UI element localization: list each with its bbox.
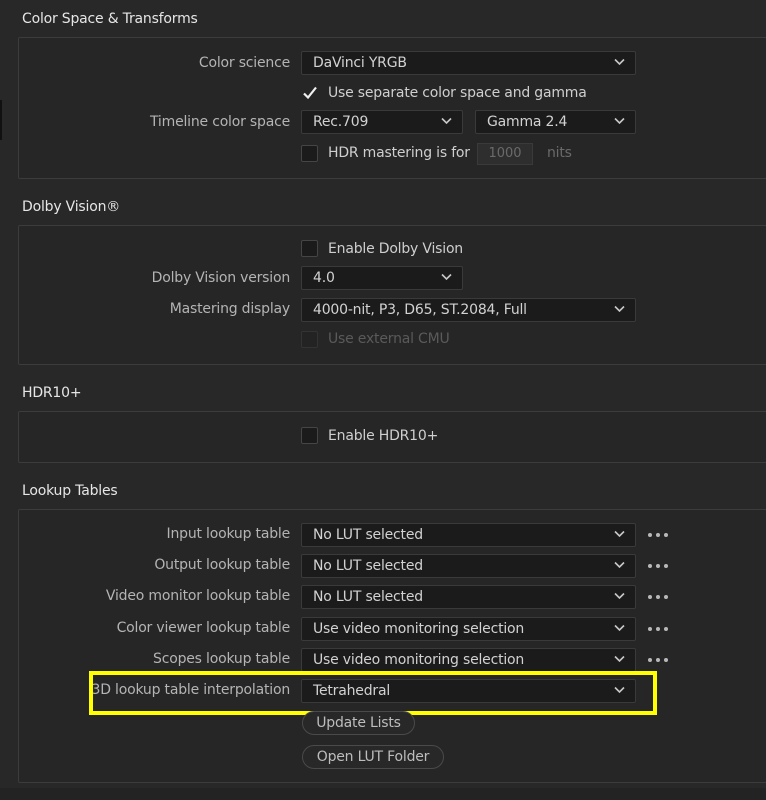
update-lists-button[interactable]: Update Lists — [302, 711, 415, 735]
chevron-down-icon — [614, 58, 625, 66]
timeline-gamma-dropdown[interactable]: Gamma 2.4 — [475, 110, 636, 134]
lookup-tables-panel — [18, 509, 766, 783]
external-cmu-checkbox[interactable] — [301, 331, 318, 348]
dolby-version-dropdown[interactable]: 4.0 — [301, 266, 463, 290]
dolby-version-value: 4.0 — [313, 270, 335, 286]
more-options-icon[interactable] — [648, 625, 672, 633]
section-title-lookup-tables: Lookup Tables — [22, 483, 118, 499]
timeline-space-value: Rec.709 — [313, 114, 369, 130]
scopes-lut-value: Use video monitoring selection — [313, 652, 525, 668]
timeline-gamma-value: Gamma 2.4 — [487, 114, 568, 130]
chevron-down-icon — [614, 655, 625, 663]
hdr-nits-input[interactable]: 1000 — [477, 143, 533, 165]
more-options-icon[interactable] — [648, 656, 672, 664]
chevron-down-icon — [614, 117, 625, 125]
enable-hdr10-label: Enable HDR10+ — [328, 428, 439, 444]
section-title-color-space: Color Space & Transforms — [22, 11, 198, 27]
chevron-down-icon — [614, 305, 625, 313]
hdr-mastering-label: HDR mastering is for — [328, 145, 470, 161]
color-viewer-lut-label: Color viewer lookup table — [116, 620, 291, 636]
more-options-icon[interactable] — [648, 593, 672, 601]
video-monitor-lut-label: Video monitor lookup table — [105, 588, 290, 604]
separate-gamma-checkbox[interactable] — [301, 84, 319, 102]
highlight-box — [89, 671, 657, 715]
color-science-dropdown[interactable]: DaVinci YRGB — [301, 51, 636, 75]
timeline-color-space-dropdown[interactable]: Rec.709 — [301, 110, 463, 134]
color-science-value: DaVinci YRGB — [313, 55, 407, 71]
chevron-down-icon — [614, 624, 625, 632]
bottom-strip — [0, 788, 766, 800]
separate-gamma-label: Use separate color space and gamma — [328, 85, 587, 101]
chevron-down-icon — [441, 117, 452, 125]
dolby-version-label: Dolby Vision version — [151, 270, 291, 286]
output-lut-label: Output lookup table — [154, 557, 290, 573]
chevron-down-icon — [614, 530, 625, 538]
color-science-label: Color science — [198, 55, 290, 71]
output-lut-value: No LUT selected — [313, 558, 423, 574]
chevron-down-icon — [614, 592, 625, 600]
section-title-dolby-vision: Dolby Vision® — [22, 199, 121, 215]
enable-dolby-vision-checkbox[interactable] — [301, 240, 318, 257]
output-lut-dropdown[interactable]: No LUT selected — [301, 554, 636, 578]
chevron-down-icon — [441, 273, 452, 281]
timeline-color-space-label: Timeline color space — [150, 114, 290, 130]
enable-hdr10-checkbox[interactable] — [301, 427, 318, 444]
mastering-display-label: Mastering display — [169, 301, 290, 317]
hdr-nits-unit: nits — [547, 145, 572, 161]
external-cmu-label: Use external CMU — [328, 331, 450, 347]
video-monitor-lut-dropdown[interactable]: No LUT selected — [301, 585, 636, 609]
section-title-hdr10: HDR10+ — [22, 385, 82, 401]
open-lut-folder-button[interactable]: Open LUT Folder — [302, 745, 444, 769]
scopes-lut-label: Scopes lookup table — [153, 651, 290, 667]
scopes-lut-dropdown[interactable]: Use video monitoring selection — [301, 648, 636, 672]
mastering-display-value: 4000-nit, P3, D65, ST.2084, Full — [313, 302, 527, 318]
video-monitor-lut-value: No LUT selected — [313, 589, 423, 605]
enable-dolby-vision-label: Enable Dolby Vision — [328, 241, 463, 257]
color-viewer-lut-value: Use video monitoring selection — [313, 621, 525, 637]
more-options-icon[interactable] — [648, 531, 672, 539]
hdr-mastering-checkbox[interactable] — [301, 145, 318, 162]
input-lut-value: No LUT selected — [313, 527, 423, 543]
more-options-icon[interactable] — [648, 562, 672, 570]
input-lut-dropdown[interactable]: No LUT selected — [301, 523, 636, 547]
checkmark-icon — [303, 86, 317, 100]
chevron-down-icon — [614, 561, 625, 569]
input-lut-label: Input lookup table — [166, 526, 291, 542]
color-viewer-lut-dropdown[interactable]: Use video monitoring selection — [301, 617, 636, 641]
window-edge — [0, 100, 2, 140]
mastering-display-dropdown[interactable]: 4000-nit, P3, D65, ST.2084, Full — [301, 298, 636, 322]
